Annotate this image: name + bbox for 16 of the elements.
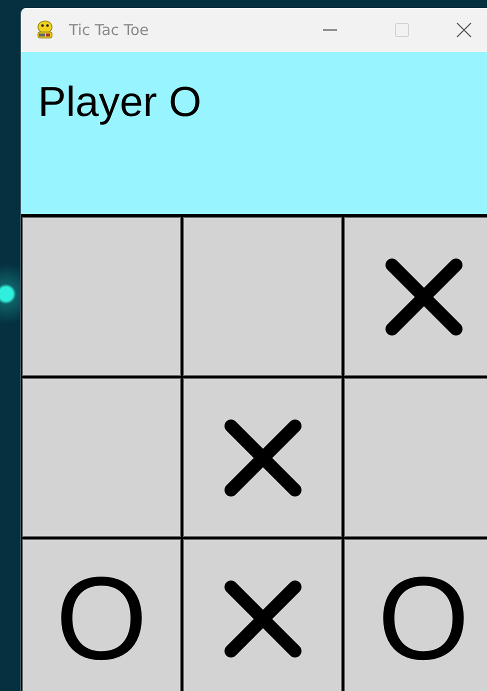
board-cell[interactable]	[182, 216, 343, 377]
board-cell[interactable]	[21, 216, 182, 377]
board-cell[interactable]	[182, 538, 343, 691]
board-cell[interactable]: O	[21, 538, 182, 691]
board-cell[interactable]: O	[343, 538, 487, 691]
board-cell[interactable]	[343, 216, 487, 377]
board-cell[interactable]	[182, 377, 343, 538]
board-cell[interactable]	[343, 377, 487, 538]
cross-icon	[384, 256, 464, 336]
window-title: Tic Tac Toe	[69, 21, 149, 39]
cross-icon	[222, 418, 302, 498]
close-icon	[456, 22, 472, 38]
status-label: Player O	[38, 78, 202, 125]
cross-icon	[222, 578, 302, 658]
board-cell[interactable]	[21, 377, 182, 538]
minimize-icon	[323, 29, 337, 31]
